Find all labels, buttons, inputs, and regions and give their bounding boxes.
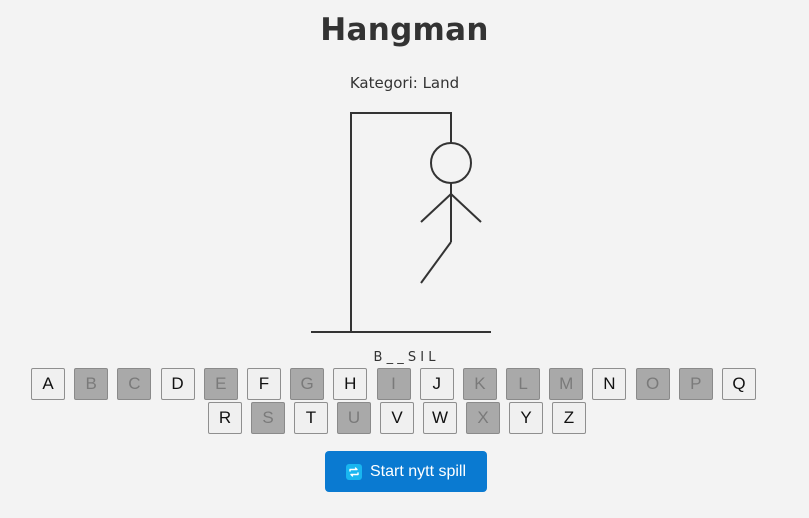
- restart-icon: [345, 463, 362, 480]
- letter-key-i: I: [376, 368, 411, 400]
- start-new-game-button[interactable]: Start nytt spill: [325, 451, 487, 492]
- letter-key-m: M: [549, 368, 584, 400]
- letter-key-w[interactable]: W: [423, 402, 457, 434]
- letter-key-h[interactable]: H: [333, 368, 368, 400]
- keyboard-row-2: RSTUVWXYZ: [208, 402, 586, 434]
- letter-key-n[interactable]: N: [592, 368, 627, 400]
- hangman-drawing: [311, 112, 491, 333]
- letter-key-o: O: [635, 368, 670, 400]
- letter-key-a[interactable]: A: [31, 368, 65, 400]
- letter-key-j[interactable]: J: [419, 368, 454, 400]
- letter-key-e: E: [203, 368, 238, 400]
- start-new-game-label: Start nytt spill: [369, 462, 467, 480]
- letter-key-l: L: [506, 368, 541, 400]
- letter-key-d[interactable]: D: [160, 368, 195, 400]
- letter-key-f[interactable]: F: [246, 368, 281, 400]
- letter-key-u: U: [337, 402, 371, 434]
- hangman-page: Hangman Kategori: Land B _ _ S I L ABCDE…: [0, 0, 809, 518]
- letter-key-q[interactable]: Q: [722, 368, 756, 400]
- word-display: B _ _ S I L: [373, 350, 436, 365]
- letter-key-s: S: [251, 402, 285, 434]
- hangman-right-arm: [450, 193, 482, 223]
- letter-key-x: X: [466, 402, 500, 434]
- hangman-head: [430, 142, 472, 184]
- letter-key-y[interactable]: Y: [509, 402, 543, 434]
- hangman-left-leg: [420, 241, 452, 284]
- letter-key-k: K: [462, 368, 497, 400]
- letter-key-b: B: [74, 368, 109, 400]
- letter-key-t[interactable]: T: [294, 402, 328, 434]
- letter-key-r[interactable]: R: [208, 402, 242, 434]
- letter-key-v[interactable]: V: [380, 402, 414, 434]
- keyboard-row-1: ABCDEFGHIJKLMNOPQ: [31, 368, 756, 400]
- letter-key-g: G: [290, 368, 325, 400]
- letter-key-p: P: [678, 368, 713, 400]
- letter-key-c: C: [117, 368, 152, 400]
- letter-key-z[interactable]: Z: [552, 402, 586, 434]
- hangman-left-arm: [420, 193, 452, 223]
